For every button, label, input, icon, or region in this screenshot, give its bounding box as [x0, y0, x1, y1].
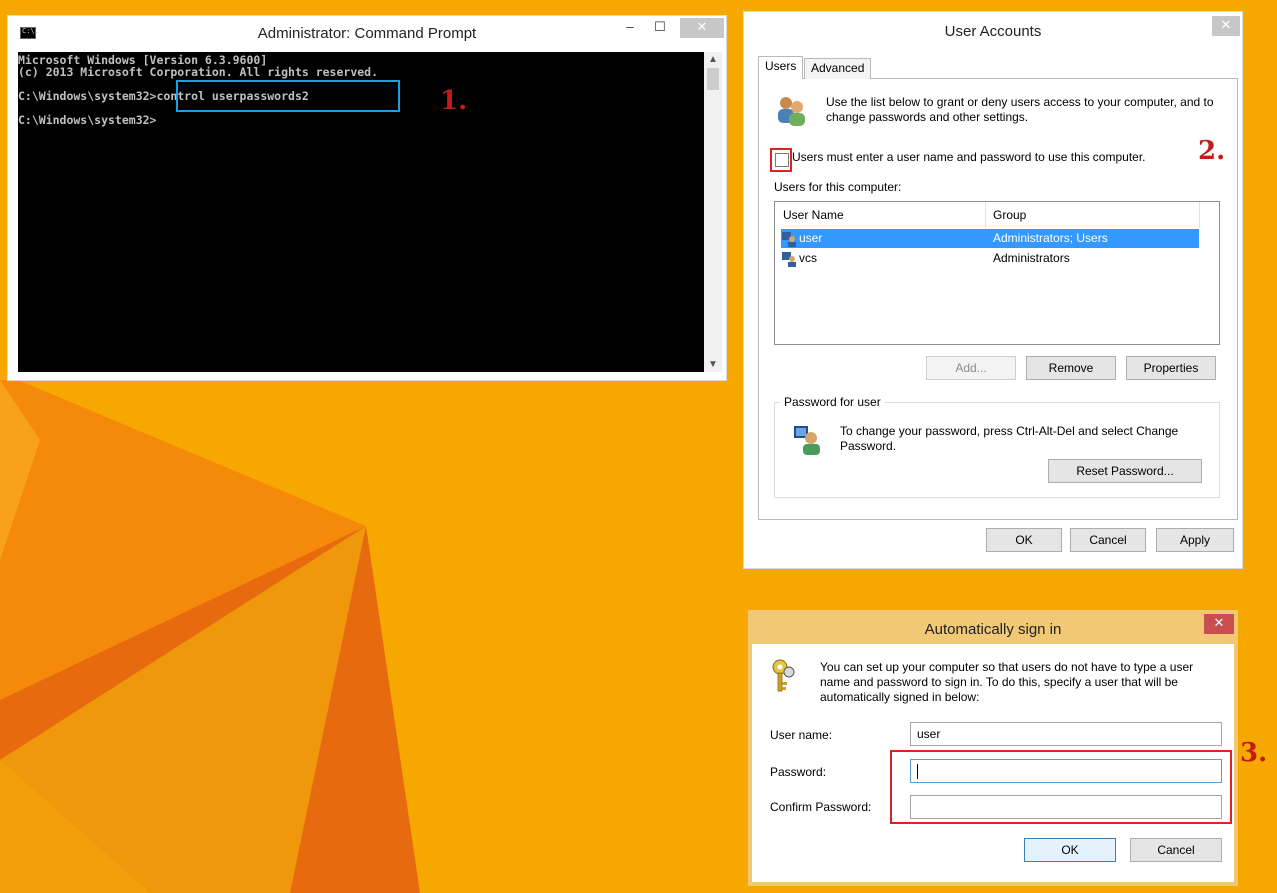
user-icon — [782, 232, 796, 247]
console-line: C:\Windows\system32> — [18, 113, 157, 127]
user-icon — [782, 252, 796, 267]
close-button[interactable]: ✕ — [1204, 614, 1234, 634]
password-group-label: Password for user — [780, 395, 885, 410]
remove-button[interactable]: Remove — [1026, 356, 1116, 380]
cancel-button[interactable]: Cancel — [1130, 838, 1222, 862]
user-accounts-title: User Accounts — [944, 23, 1042, 40]
password-fields-highlight-box — [890, 750, 1232, 824]
user-password-icon — [794, 426, 820, 455]
step-1-label: 1. — [440, 86, 468, 116]
keys-icon — [772, 659, 795, 692]
properties-button[interactable]: Properties — [1126, 356, 1216, 380]
step-3-label: 3. — [1240, 738, 1268, 768]
apply-button[interactable]: Apply — [1156, 528, 1234, 552]
command-highlight-box — [176, 80, 400, 112]
password-help-text: To change your password, press Ctrl-Alt-… — [840, 424, 1179, 453]
cmd-scrollbar[interactable]: ▲ ▼ — [704, 52, 722, 372]
row-group: Administrators; Users — [993, 231, 1108, 245]
add-button[interactable]: Add... — [926, 356, 1016, 380]
maximize-button[interactable]: ☐ — [648, 18, 672, 38]
user-accounts-dialog: User Accounts ✕ Users Advanced Use the l… — [744, 12, 1242, 568]
user-name-label: User name: — [770, 728, 833, 742]
minimize-button[interactable]: – — [618, 18, 642, 38]
column-header-group[interactable]: Group — [993, 202, 1026, 228]
tab-advanced[interactable]: Advanced — [804, 58, 872, 79]
column-separator[interactable] — [1199, 202, 1200, 228]
close-button[interactable]: ✕ — [1212, 16, 1240, 36]
row-group: Administrators — [993, 251, 1070, 265]
reset-password-button[interactable]: Reset Password... — [1048, 459, 1202, 483]
auto-sign-in-title: Automatically sign in — [924, 621, 1062, 638]
console-line: (c) 2013 Microsoft Corporation. All righ… — [18, 65, 379, 79]
scroll-up-icon[interactable]: ▲ — [708, 54, 718, 65]
confirm-password-label: Confirm Password: — [770, 800, 872, 814]
command-prompt-window: C:\. Administrator: Command Prompt – ☐ ✕… — [8, 16, 726, 380]
checkbox-highlight-box — [770, 148, 792, 172]
ok-button[interactable]: OK — [986, 528, 1062, 552]
users-list[interactable]: User Name Group user Administrators; Use… — [774, 201, 1220, 345]
column-header-username[interactable]: User Name — [783, 202, 844, 228]
password-label: Password: — [770, 765, 827, 779]
cancel-button[interactable]: Cancel — [1070, 528, 1146, 552]
close-button[interactable]: ✕ — [680, 18, 724, 38]
auto-sign-in-dialog: Automatically sign in ✕ You can set up y… — [748, 610, 1238, 886]
users-list-label: Users for this computer: — [774, 180, 902, 194]
tab-users[interactable]: Users — [758, 56, 804, 79]
auto-sign-in-titlebar[interactable]: Automatically sign in — [752, 614, 1234, 644]
row-username: user — [799, 231, 823, 245]
intro-text: Use the list below to grant or deny user… — [826, 95, 1214, 124]
scroll-thumb[interactable] — [707, 68, 719, 90]
scroll-down-icon[interactable]: ▼ — [708, 359, 718, 370]
step-2-label: 2. — [1198, 136, 1226, 166]
user-name-field[interactable]: user — [910, 722, 1222, 746]
table-row[interactable]: vcs Administrators — [781, 249, 1199, 268]
require-password-label[interactable]: Users must enter a user name and passwor… — [792, 150, 1146, 165]
row-username: vcs — [799, 251, 817, 265]
cmd-titlebar[interactable]: C:\. Administrator: Command Prompt – ☐ ✕ — [8, 16, 726, 50]
auto-sign-in-description: You can set up your computer so that use… — [820, 660, 1194, 704]
ok-button[interactable]: OK — [1024, 838, 1116, 862]
users-icon — [778, 97, 805, 126]
table-row[interactable]: user Administrators; Users — [781, 229, 1199, 248]
column-separator[interactable] — [985, 202, 986, 228]
